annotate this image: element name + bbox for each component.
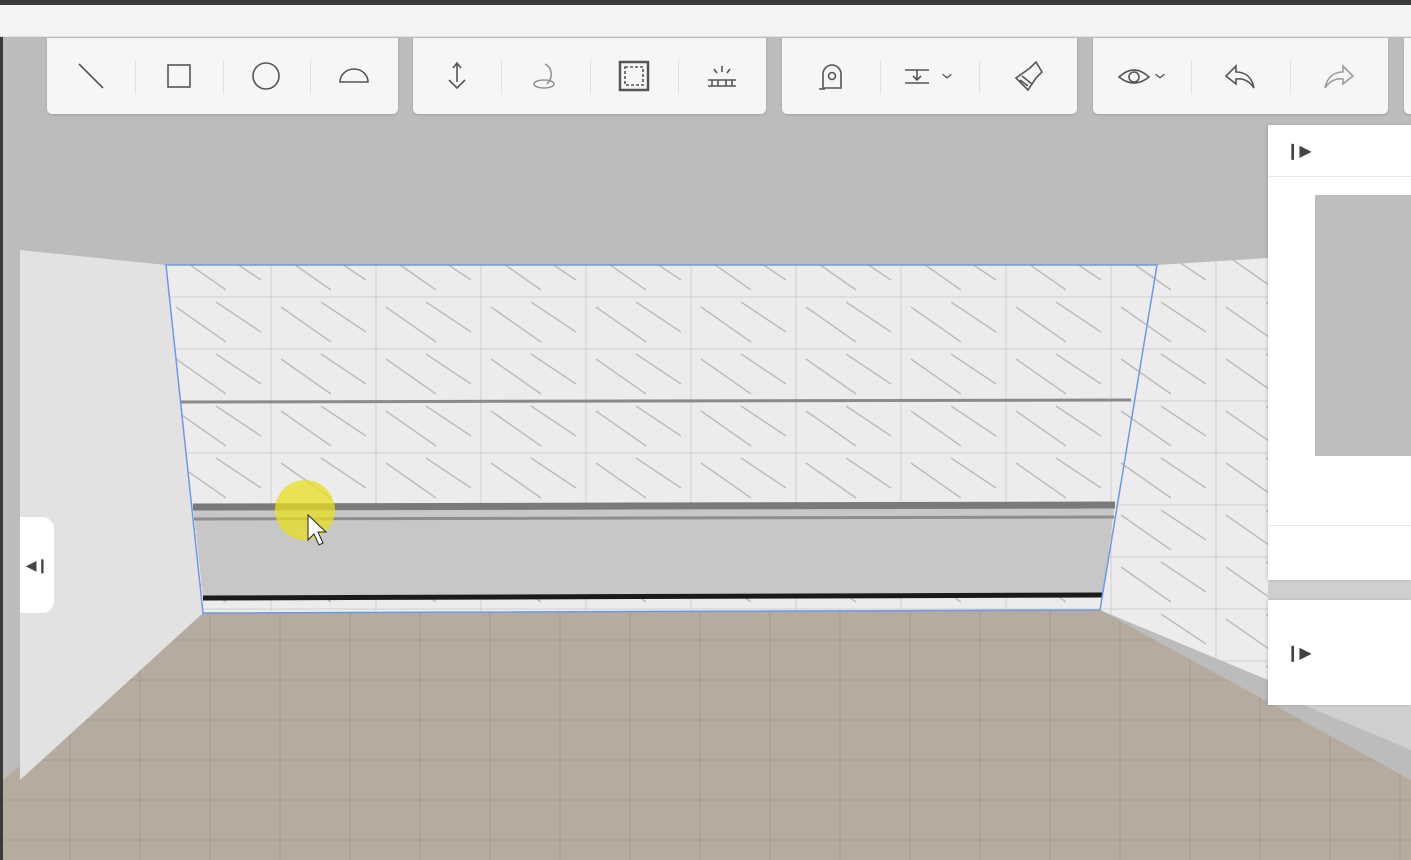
draw-toolbar xyxy=(47,38,398,114)
secondary-panel: ❙▶ xyxy=(1268,600,1411,705)
eye-icon xyxy=(1117,69,1151,84)
collapse-left-icon: ◀❙ xyxy=(25,556,49,573)
line-tool-button[interactable] xyxy=(47,38,135,114)
3d-viewport[interactable] xyxy=(3,37,1411,860)
align-icon xyxy=(905,69,930,84)
tape-measure-button[interactable] xyxy=(782,38,880,114)
visibility-dropdown-button[interactable] xyxy=(1093,38,1191,114)
light-tool-button[interactable] xyxy=(677,38,766,114)
app-header xyxy=(0,5,1411,37)
arc-tool-button[interactable] xyxy=(310,38,398,114)
sweep-tool-button[interactable] xyxy=(501,38,589,114)
view-toolbar xyxy=(1093,38,1388,114)
extrude-icon xyxy=(448,61,466,90)
paint-brush-button[interactable] xyxy=(978,38,1077,114)
undo-button[interactable] xyxy=(1191,38,1289,114)
measure-toolbar xyxy=(782,38,1077,114)
chevron-down-icon xyxy=(942,73,953,79)
modify-toolbar xyxy=(413,38,766,114)
light-icon xyxy=(707,66,736,87)
region-tool-button[interactable] xyxy=(589,38,678,114)
undo-icon xyxy=(1225,64,1256,89)
paint-brush-icon xyxy=(1014,60,1043,92)
rectangle-icon xyxy=(166,64,191,88)
extrude-tool-button[interactable] xyxy=(413,38,501,114)
material-preview xyxy=(1315,195,1411,456)
collapse-right-icon[interactable]: ❙▶ xyxy=(1286,643,1312,663)
chevron-down-icon xyxy=(1155,73,1166,79)
panel-header: ❙▶ xyxy=(1268,125,1411,177)
line-icon xyxy=(78,63,104,89)
properties-panel: ❙▶ xyxy=(1268,125,1411,580)
cursor-highlight xyxy=(275,480,335,540)
redo-button[interactable] xyxy=(1289,38,1388,114)
sweep-icon xyxy=(533,63,556,89)
align-dropdown-button[interactable] xyxy=(880,38,978,114)
region-icon xyxy=(618,60,649,92)
redo-icon xyxy=(1324,64,1355,89)
collapse-right-icon[interactable]: ❙▶ xyxy=(1286,141,1312,161)
left-panel-toggle[interactable]: ◀❙ xyxy=(20,517,54,613)
arc-icon xyxy=(339,68,369,83)
rectangle-tool-button[interactable] xyxy=(134,38,223,114)
extra-toolbar xyxy=(1404,38,1411,114)
circle-icon xyxy=(252,62,281,90)
circle-tool-button[interactable] xyxy=(222,38,311,114)
tape-measure-icon xyxy=(819,64,842,90)
